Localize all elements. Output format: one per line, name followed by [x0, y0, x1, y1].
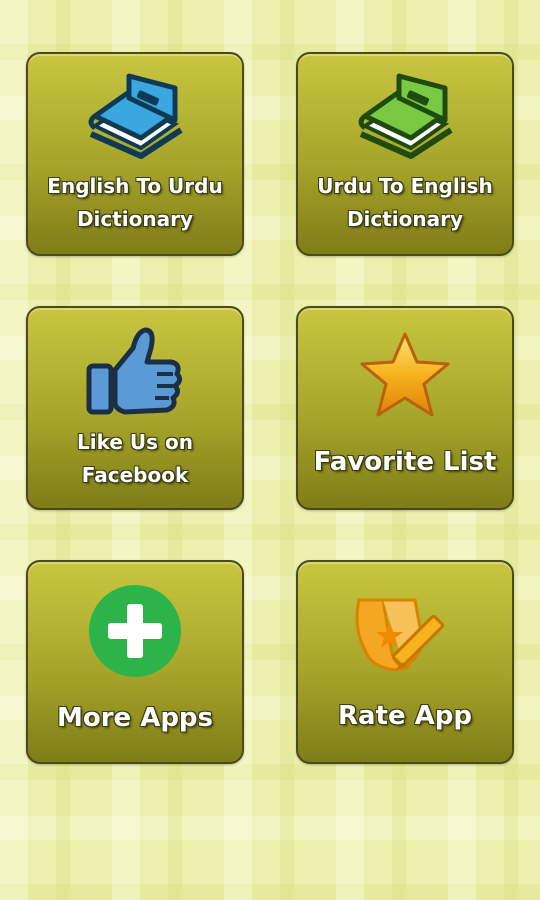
green-book-icon — [298, 72, 512, 162]
urdu-to-english-line1: Urdu To English — [317, 174, 493, 198]
favorite-list-button[interactable]: Favorite List — [296, 306, 514, 510]
more-apps-label: More Apps — [56, 703, 214, 733]
more-apps-button[interactable]: More Apps — [26, 560, 244, 764]
urdu-to-english-label: Urdu To English Dictionary — [304, 170, 506, 236]
urdu-to-english-line2: Dictionary — [346, 207, 464, 231]
rate-app-button[interactable]: Rate App — [296, 560, 514, 764]
english-to-urdu-line1: English To Urdu — [47, 174, 223, 198]
facebook-line1: Like Us on — [77, 430, 193, 454]
facebook-like-button[interactable]: Like Us on Facebook — [26, 306, 244, 510]
english-to-urdu-label: English To Urdu Dictionary — [34, 170, 236, 236]
thumbs-up-icon — [28, 324, 242, 420]
rate-app-label: Rate App — [337, 701, 473, 731]
english-to-urdu-line2: Dictionary — [76, 207, 194, 231]
urdu-to-english-button[interactable]: Urdu To English Dictionary — [296, 52, 514, 256]
blue-book-icon — [28, 72, 242, 162]
facebook-line2: Facebook — [81, 463, 189, 487]
plus-circle-icon — [28, 582, 242, 680]
facebook-label: Like Us on Facebook — [34, 426, 236, 492]
rate-pencil-icon — [298, 588, 512, 678]
star-icon — [298, 330, 512, 420]
english-to-urdu-button[interactable]: English To Urdu Dictionary — [26, 52, 244, 256]
favorite-list-label: Favorite List — [313, 447, 497, 477]
